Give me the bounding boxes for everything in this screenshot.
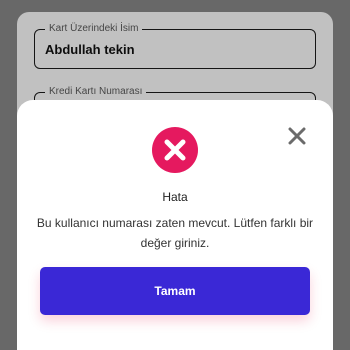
ok-button[interactable]: Tamam: [40, 267, 310, 315]
app-screen: Kart Üzerindeki İsim Abdullah tekin Kred…: [0, 0, 350, 350]
dialog-title: Hata: [162, 190, 188, 204]
error-dialog: Hata Bu kullanıcı numarası zaten mevcut.…: [17, 100, 333, 350]
dialog-message: Bu kullanıcı numarası zaten mevcut. Lütf…: [36, 216, 314, 250]
error-x-circle-icon: [152, 127, 198, 173]
close-icon[interactable]: [287, 126, 307, 146]
